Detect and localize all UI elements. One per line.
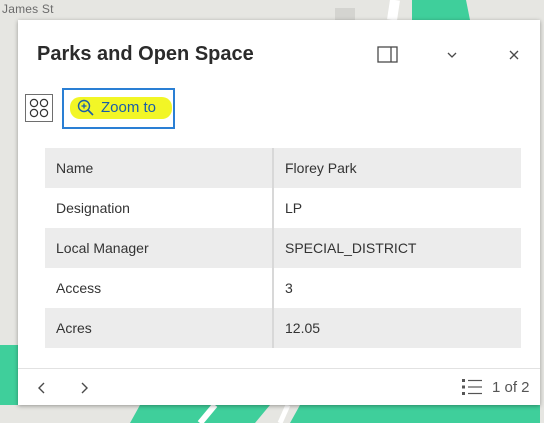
features-list-button[interactable]	[25, 94, 53, 122]
zoom-in-icon	[77, 99, 94, 116]
dock-button[interactable]	[375, 42, 401, 68]
feature-counter: 1 of 2	[492, 379, 530, 396]
dock-panel-icon	[377, 46, 398, 63]
list-icon	[462, 379, 482, 395]
park-area-left	[0, 345, 18, 405]
collapse-button[interactable]	[439, 42, 465, 68]
park-area-top	[412, 0, 470, 20]
next-feature-button[interactable]	[74, 378, 94, 398]
field-value: LP	[285, 200, 303, 216]
field-value: 3	[285, 280, 293, 296]
popup-header: Parks and Open Space	[18, 20, 540, 88]
field-key: Local Manager	[45, 228, 274, 268]
attribute-table: Name Florey Park Designation LP Local Ma…	[45, 148, 521, 348]
feature-list-button[interactable]	[461, 377, 483, 397]
field-key: Designation	[45, 188, 274, 228]
zoom-to-button[interactable]: Zoom to	[62, 88, 175, 129]
close-button[interactable]	[501, 42, 527, 68]
grid-circles-icon	[29, 98, 49, 118]
table-row: Access 3	[45, 268, 521, 308]
chevron-left-icon	[38, 382, 45, 394]
street-label: James St	[2, 2, 54, 16]
table-row: Name Florey Park	[45, 148, 521, 188]
feature-popup: Parks and Open Space Zoom to Name Florey…	[18, 20, 540, 405]
chevron-right-icon	[81, 382, 88, 394]
field-value: 12.05	[285, 320, 321, 336]
popup-action-bar: Zoom to	[18, 88, 540, 132]
park-area-bottom-right	[290, 405, 540, 423]
popup-title: Parks and Open Space	[37, 43, 254, 65]
field-key: Access	[45, 268, 274, 308]
building-footprint	[335, 8, 355, 20]
close-icon	[509, 50, 519, 60]
previous-feature-button[interactable]	[32, 378, 52, 398]
table-row: Acres 12.05	[45, 308, 521, 348]
zoom-to-label: Zoom to	[101, 99, 157, 116]
popup-footer: 1 of 2	[18, 368, 540, 405]
field-value: Florey Park	[285, 160, 357, 176]
field-key: Name	[45, 148, 274, 188]
table-row: Local Manager SPECIAL_DISTRICT	[45, 228, 521, 268]
field-value: SPECIAL_DISTRICT	[285, 240, 417, 256]
table-row: Designation LP	[45, 188, 521, 228]
road-segment	[387, 0, 400, 21]
field-key: Acres	[45, 308, 274, 348]
chevron-down-icon	[447, 52, 457, 58]
